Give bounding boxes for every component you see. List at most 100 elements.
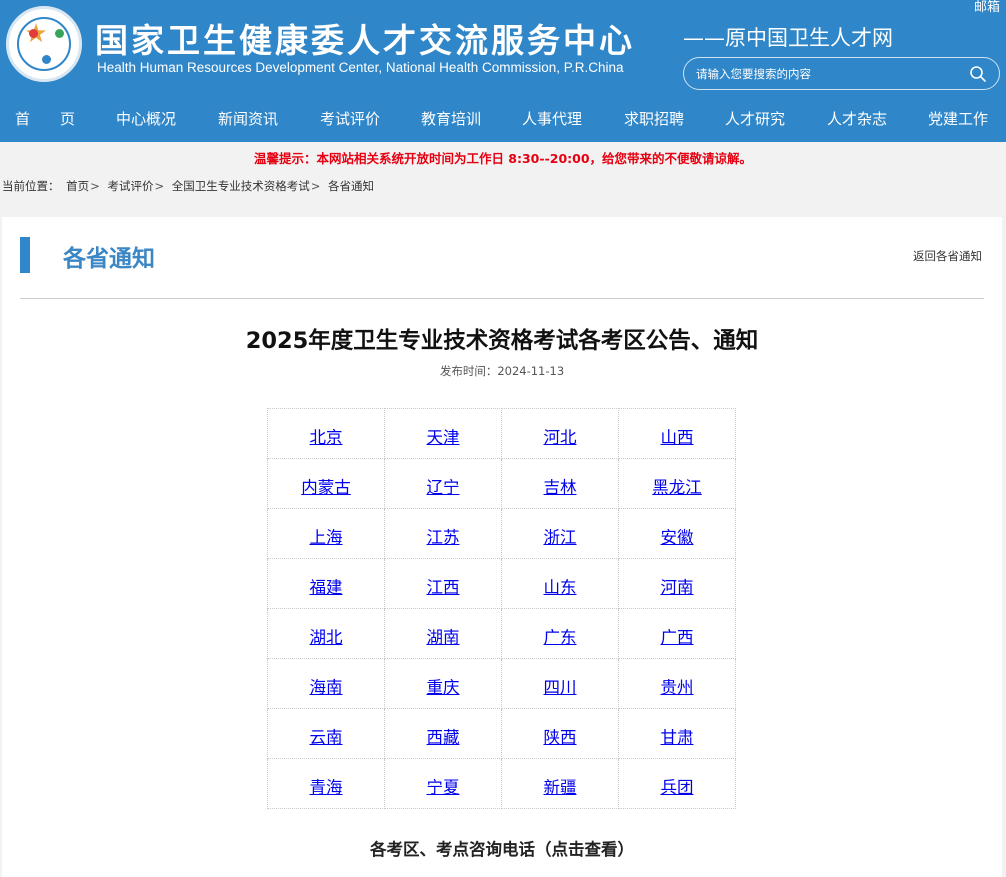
province-cell: 内蒙古 [267,458,385,509]
province-cell: 新疆 [501,758,619,809]
province-row: 云南 西藏 陕西 甘肃 [267,708,736,759]
province-cell: 天津 [384,408,502,459]
nav-item-magazine[interactable]: 人才杂志 [827,97,887,142]
province-link[interactable]: 海南 [310,678,343,697]
nav-item-about[interactable]: 中心概况 [116,97,176,142]
site-logo[interactable]: ★ [6,6,82,82]
province-link[interactable]: 湖南 [427,628,460,647]
province-link[interactable]: 上海 [310,528,343,547]
province-cell: 四川 [501,658,619,709]
logo-dot-red [29,29,38,38]
province-cell: 贵州 [618,658,736,709]
section-accent-bar [20,237,30,273]
site-title-cn: 国家卫生健康委人才交流服务中心 [95,21,635,60]
province-cell: 江西 [384,558,502,609]
breadcrumb-label: 当前位置： [2,179,60,193]
site-header: ★ 国家卫生健康委人才交流服务中心 Health Human Resources… [0,0,1006,97]
province-link[interactable]: 湖北 [310,628,343,647]
breadcrumb-item-current: 各省通知 [328,179,375,193]
province-link[interactable]: 江西 [427,578,460,597]
section-divider [20,298,984,299]
province-cell: 海南 [267,658,385,709]
province-link[interactable]: 兵团 [661,778,694,797]
nav-item-research[interactable]: 人才研究 [725,97,785,142]
consult-phone-link[interactable]: 各考区、考点咨询电话（点击查看） [2,836,1002,860]
content-panel: 各省通知 返回各省通知 2025年度卫生专业技术资格考试各考区公告、通知 发布时… [2,217,1002,877]
back-to-list-link[interactable]: 返回各省通知 [913,248,982,264]
nav-item-training[interactable]: 教育培训 [421,97,481,142]
province-link[interactable]: 云南 [310,728,343,747]
province-link[interactable]: 宁夏 [427,778,460,797]
province-cell: 黑龙江 [618,458,736,509]
province-link[interactable]: 江苏 [427,528,460,547]
province-cell: 西藏 [384,708,502,759]
province-cell: 山西 [618,408,736,459]
province-cell: 陕西 [501,708,619,759]
province-link[interactable]: 北京 [310,428,343,447]
province-link[interactable]: 天津 [427,428,460,447]
province-cell: 湖北 [267,608,385,659]
province-cell: 宁夏 [384,758,502,809]
province-link[interactable]: 黑龙江 [652,478,702,497]
nav-item-exams[interactable]: 考试评价 [320,97,380,142]
province-cell: 河北 [501,408,619,459]
province-link[interactable]: 福建 [310,578,343,597]
province-link[interactable]: 广东 [544,628,577,647]
province-link[interactable]: 重庆 [427,678,460,697]
province-link[interactable]: 浙江 [544,528,577,547]
section-title: 各省通知 [63,246,155,272]
breadcrumb-item-home[interactable]: 首页 [66,179,89,193]
province-cell: 吉林 [501,458,619,509]
nav-item-party[interactable]: 党建工作 [928,97,988,142]
province-link[interactable]: 贵州 [661,678,694,697]
province-link[interactable]: 西藏 [427,728,460,747]
logo-dot-green [55,29,64,38]
province-link[interactable]: 安徽 [661,528,694,547]
province-cell: 河南 [618,558,736,609]
breadcrumb-separator: > [310,179,321,193]
article-title: 2025年度卫生专业技术资格考试各考区公告、通知 [245,328,759,354]
province-cell: 上海 [267,508,385,559]
province-cell: 广东 [501,608,619,659]
province-row: 湖北 湖南 广东 广西 [267,608,736,659]
province-cell: 福建 [267,558,385,609]
province-cell: 广西 [618,608,736,659]
breadcrumb: 当前位置： 首页> 考试评价> 全国卫生专业技术资格考试> 各省通知 [2,176,377,196]
province-link[interactable]: 广西 [661,628,694,647]
province-link[interactable]: 四川 [544,678,577,697]
nav-item-news[interactable]: 新闻资讯 [218,97,278,142]
province-cell: 山东 [501,558,619,609]
province-link[interactable]: 辽宁 [427,478,460,497]
logo-dot-blue [42,55,51,64]
province-link[interactable]: 新疆 [544,778,577,797]
province-cell: 浙江 [501,508,619,559]
search-input[interactable] [696,65,966,83]
breadcrumb-item-exams[interactable]: 考试评价 [107,179,153,193]
province-cell: 重庆 [384,658,502,709]
province-link[interactable]: 河北 [544,428,577,447]
search-box [683,57,1000,90]
province-cell: 兵团 [618,758,736,809]
province-link[interactable]: 山西 [661,428,694,447]
province-row: 上海 江苏 浙江 安徽 [267,508,736,559]
province-cell: 甘肃 [618,708,736,759]
nav-item-jobs[interactable]: 求职招聘 [624,97,684,142]
mail-link[interactable]: 邮箱 [974,0,1000,15]
article-date: 发布时间：2024-11-13 [439,364,565,378]
search-icon[interactable] [969,65,987,83]
province-link[interactable]: 内蒙古 [301,478,351,497]
province-link[interactable]: 青海 [310,778,343,797]
main-nav: 首 页 中心概况 新闻资讯 考试评价 教育培训 人事代理 求职招聘 人才研究 人… [0,97,1006,142]
nav-item-home[interactable]: 首 页 [15,97,75,142]
province-link[interactable]: 甘肃 [661,728,694,747]
province-link[interactable]: 陕西 [544,728,577,747]
province-link[interactable]: 吉林 [544,478,577,497]
breadcrumb-separator: > [90,179,100,193]
province-cell: 云南 [267,708,385,759]
nav-item-personnel[interactable]: 人事代理 [522,97,582,142]
breadcrumb-item-qualification[interactable]: 全国卫生专业技术资格考试 [172,179,310,193]
province-row: 福建 江西 山东 河南 [267,558,736,609]
province-link[interactable]: 山东 [544,578,577,597]
province-link[interactable]: 河南 [661,578,694,597]
service-notice: 温馨提示：本网站相关系统开放时间为工作日 8:30--20:00，给您带来的不便… [253,151,753,166]
